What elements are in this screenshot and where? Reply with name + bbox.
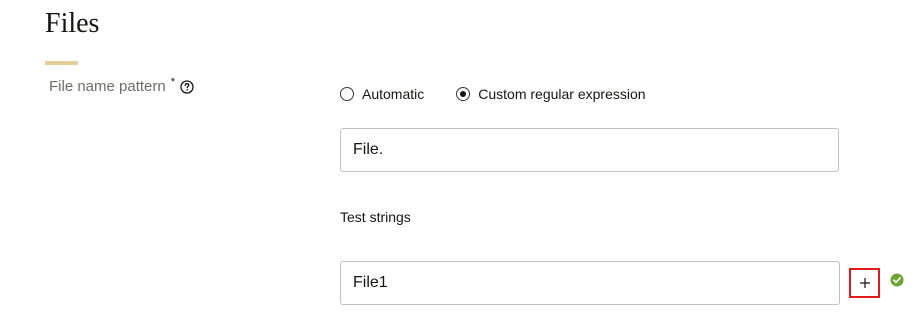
radio-automatic-label: Automatic [362, 86, 425, 102]
pattern-type-radio-group: Automatic Custom regular expression [340, 84, 678, 104]
file-name-pattern-label-group: File name pattern * [49, 76, 194, 97]
check-circle-icon [890, 273, 904, 287]
file-name-pattern-label: File name pattern [49, 78, 166, 95]
radio-option-custom-regex[interactable]: Custom regular expression [456, 86, 646, 102]
title-underline [45, 61, 78, 65]
required-indicator: * [170, 76, 176, 88]
regex-input[interactable] [340, 128, 839, 172]
add-test-string-button[interactable] [849, 268, 880, 298]
test-strings-label: Test strings [340, 209, 411, 225]
plus-icon [859, 278, 870, 288]
help-icon[interactable] [180, 80, 194, 94]
radio-custom-regex-label: Custom regular expression [478, 86, 646, 102]
section-title: Files [45, 8, 100, 39]
radio-automatic[interactable] [340, 87, 354, 101]
radio-option-automatic[interactable]: Automatic [340, 86, 424, 102]
radio-custom-regex[interactable] [456, 87, 471, 101]
test-string-input[interactable] [340, 261, 840, 305]
